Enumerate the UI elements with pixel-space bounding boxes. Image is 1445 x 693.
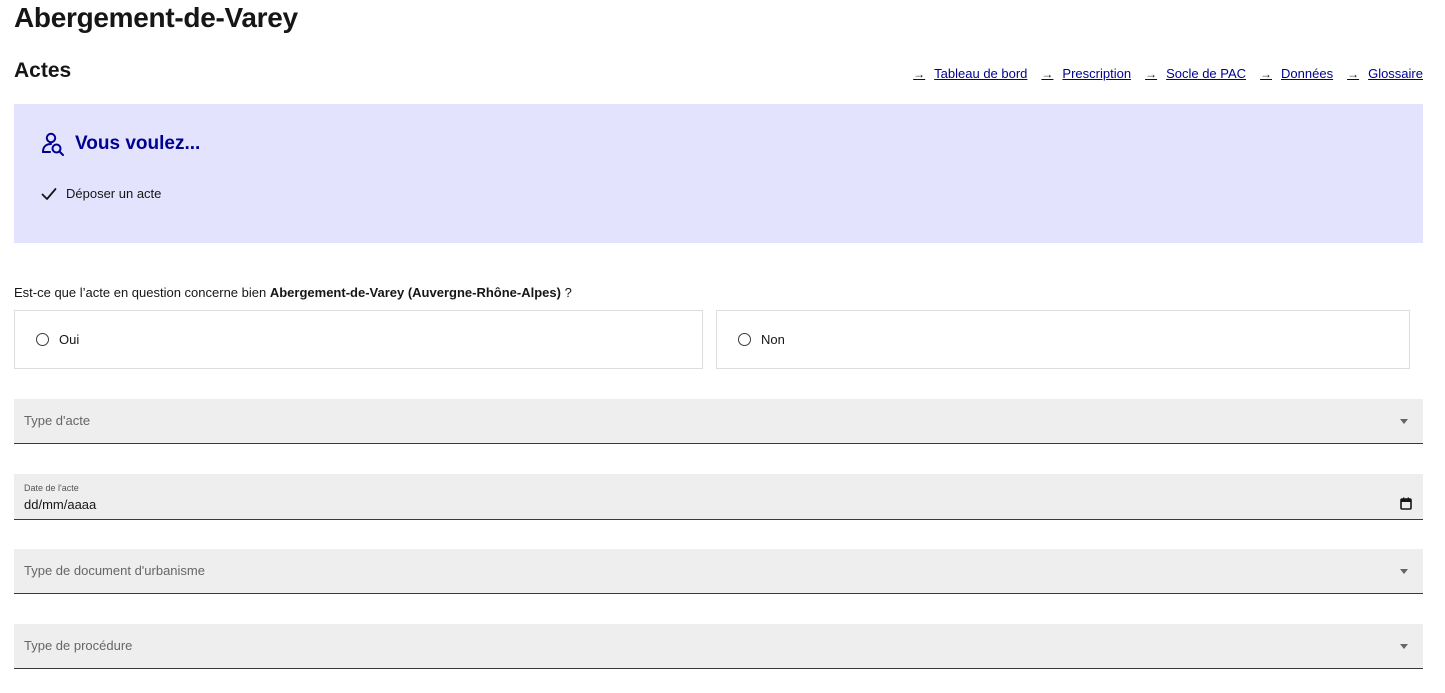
date-value: dd/mm/aaaa: [24, 497, 97, 512]
arrow-right-icon: →: [913, 66, 926, 81]
page: Abergement-de-Varey Actes → Tableau de b…: [0, 0, 1445, 693]
nav-link-prescription[interactable]: → Prescription: [1041, 66, 1131, 81]
callout-header: Vous voulez...: [41, 132, 200, 156]
nav-link-label: Données: [1281, 66, 1334, 81]
question-prefix: Est-ce que l’acte en question concerne b…: [14, 285, 270, 300]
radio-button[interactable]: [738, 333, 751, 346]
select-placeholder: Type de procédure: [24, 638, 133, 653]
nav-link-label: Tableau de bord: [934, 66, 1028, 81]
radio-option-oui[interactable]: Oui: [14, 310, 703, 369]
radio-label: Oui: [59, 332, 80, 347]
quick-links: → Tableau de bord → Prescription → Socle…: [913, 66, 1423, 81]
caret-down-icon: [1400, 419, 1408, 424]
nav-link-donnees[interactable]: → Données: [1260, 66, 1333, 81]
nav-link-label: Socle de PAC: [1166, 66, 1247, 81]
callout-title: Vous voulez...: [75, 133, 201, 154]
question-place: Abergement-de-Varey (Auvergne-Rhône-Alpe…: [269, 285, 561, 300]
caret-down-icon: [1400, 644, 1408, 649]
arrow-right-icon: →: [1347, 66, 1360, 81]
nav-link-label: Prescription: [1062, 66, 1132, 81]
nav-link-tableau-de-bord[interactable]: → Tableau de bord: [913, 66, 1027, 81]
radio-label: Non: [761, 332, 785, 347]
callout-item-label: Déposer un acte: [66, 186, 162, 201]
intent-callout: Vous voulez... Déposer un acte: [14, 104, 1423, 243]
calendar-icon[interactable]: [1400, 497, 1412, 515]
type-acte-select[interactable]: Type d'acte: [14, 399, 1423, 444]
select-placeholder: Type de document d'urbanisme: [24, 563, 205, 578]
check-icon: [41, 187, 66, 201]
radio-option-non[interactable]: Non: [716, 310, 1410, 369]
user-search-icon: [41, 132, 67, 156]
callout-item: Déposer un acte: [41, 186, 161, 201]
question-suffix: ?: [560, 285, 572, 300]
arrow-right-icon: →: [1260, 66, 1273, 81]
nav-link-label: Glossaire: [1368, 66, 1423, 81]
caret-down-icon: [1400, 569, 1408, 574]
date-acte-input[interactable]: Date de l'acte dd/mm/aaaa: [14, 474, 1423, 520]
select-placeholder: Type d'acte: [24, 413, 91, 428]
arrow-right-icon: →: [1041, 66, 1054, 81]
page-title: Abergement-de-Varey: [14, 2, 298, 33]
nav-link-glossaire[interactable]: → Glossaire: [1347, 66, 1423, 81]
commune-question: Est-ce que l’acte en question concerne b…: [14, 285, 572, 300]
type-procedure-select[interactable]: Type de procédure: [14, 624, 1423, 669]
radio-button[interactable]: [36, 333, 49, 346]
date-label: Date de l'acte: [24, 483, 79, 493]
type-document-select[interactable]: Type de document d'urbanisme: [14, 549, 1423, 594]
arrow-right-icon: →: [1145, 66, 1158, 81]
nav-link-socle-de-pac[interactable]: → Socle de PAC: [1145, 66, 1246, 81]
section-title: Actes: [14, 59, 72, 82]
